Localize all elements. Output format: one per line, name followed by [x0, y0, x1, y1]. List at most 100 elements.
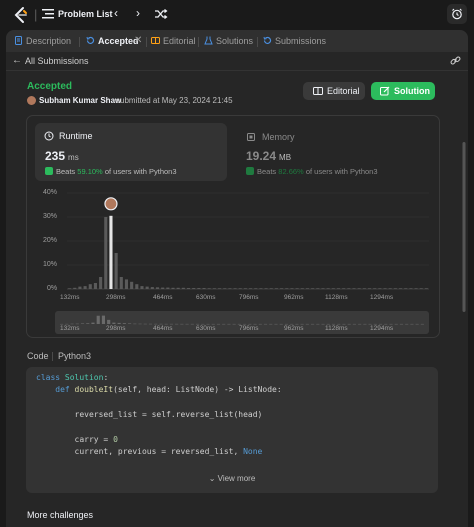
- scrollbar[interactable]: [462, 142, 466, 312]
- tab-solutions[interactable]: Solutions: [204, 36, 253, 46]
- bar[interactable]: [378, 288, 382, 289]
- bar[interactable]: [186, 288, 191, 289]
- bar[interactable]: [181, 287, 185, 289]
- bar[interactable]: [88, 284, 92, 289]
- bar[interactable]: [311, 288, 315, 289]
- tab-editorial[interactable]: Editorial: [151, 36, 196, 46]
- tab-accepted[interactable]: Accepted: [86, 36, 139, 46]
- bar[interactable]: [285, 288, 289, 289]
- bar[interactable]: [212, 288, 216, 289]
- tab-submissions[interactable]: Submissions: [263, 36, 326, 46]
- bar[interactable]: [243, 288, 247, 289]
- bar[interactable]: [68, 288, 72, 289]
- close-tab-icon[interactable]: ✕: [134, 35, 142, 46]
- bar[interactable]: [233, 288, 237, 289]
- bar[interactable]: [316, 288, 320, 289]
- bar[interactable]: [104, 217, 108, 289]
- all-submissions-link[interactable]: All Submissions: [25, 56, 89, 66]
- bar[interactable]: [264, 288, 268, 289]
- previous-problem-button[interactable]: ‹: [114, 6, 118, 20]
- bar[interactable]: [93, 283, 97, 289]
- range-selector[interactable]: 132ms 298ms 464ms 630ms 796ms 962ms 1128…: [55, 311, 429, 334]
- bar[interactable]: [73, 287, 77, 289]
- bar[interactable]: [140, 286, 144, 289]
- book-icon: [313, 87, 323, 95]
- runtime-distribution-chart[interactable]: [27, 116, 439, 337]
- bar[interactable]: [388, 288, 392, 289]
- bar[interactable]: [197, 288, 201, 289]
- bar[interactable]: [404, 288, 408, 289]
- timer-button[interactable]: [447, 4, 467, 24]
- bar[interactable]: [331, 288, 335, 289]
- bar[interactable]: [280, 288, 284, 289]
- avatar[interactable]: [27, 96, 36, 105]
- range-bar: [258, 323, 262, 325]
- bar[interactable]: [409, 288, 413, 289]
- bar[interactable]: [238, 288, 242, 289]
- bar[interactable]: [166, 287, 170, 289]
- bar[interactable]: [254, 288, 258, 289]
- bar[interactable]: [145, 286, 149, 289]
- bar[interactable]: [290, 288, 294, 289]
- tab-description[interactable]: Description: [14, 36, 71, 46]
- bar[interactable]: [207, 288, 211, 289]
- range-tick-label: 962ms: [284, 325, 304, 332]
- bar[interactable]: [171, 287, 175, 289]
- view-more-button[interactable]: ⌄ View more: [26, 474, 438, 483]
- problem-list-link[interactable]: Problem List: [58, 9, 113, 19]
- bar[interactable]: [202, 288, 206, 289]
- bar[interactable]: [373, 288, 377, 289]
- bar[interactable]: [347, 288, 351, 289]
- user-marker-avatar[interactable]: [104, 197, 118, 211]
- bar[interactable]: [362, 288, 366, 289]
- editorial-button[interactable]: Editorial: [303, 82, 365, 100]
- bar[interactable]: [223, 288, 227, 289]
- bar[interactable]: [99, 277, 103, 289]
- bar[interactable]: [399, 288, 403, 289]
- bar[interactable]: [135, 284, 139, 289]
- bar[interactable]: [424, 288, 428, 289]
- bar[interactable]: [176, 287, 180, 289]
- bar[interactable]: [259, 288, 263, 289]
- leetcode-logo-icon[interactable]: [12, 6, 30, 24]
- x-tick-label: 464ms: [153, 294, 173, 301]
- bar[interactable]: [155, 287, 160, 289]
- code-block[interactable]: class Solution: def doubleIt(self, head:…: [26, 367, 438, 493]
- bar[interactable]: [114, 253, 118, 289]
- bar[interactable]: [150, 287, 154, 289]
- bar[interactable]: [383, 288, 387, 289]
- bar[interactable]: [192, 288, 196, 289]
- bar[interactable]: [393, 288, 397, 289]
- bar[interactable]: [326, 288, 330, 289]
- bar[interactable]: [124, 279, 129, 289]
- solution-button[interactable]: Solution: [371, 82, 435, 100]
- author-name[interactable]: Subham Kumar Shaw: [39, 96, 121, 105]
- bar[interactable]: [300, 288, 304, 289]
- bar[interactable]: [130, 281, 134, 289]
- bar[interactable]: [78, 286, 82, 289]
- bar-highlight[interactable]: [109, 215, 113, 289]
- next-problem-button[interactable]: ›: [136, 6, 140, 20]
- bar[interactable]: [295, 288, 299, 289]
- list-icon[interactable]: [42, 8, 54, 20]
- bar[interactable]: [83, 286, 87, 289]
- bar[interactable]: [269, 288, 273, 289]
- bar[interactable]: [352, 288, 356, 289]
- bar[interactable]: [305, 288, 310, 289]
- bar[interactable]: [367, 288, 372, 289]
- bar[interactable]: [119, 277, 123, 289]
- bar[interactable]: [218, 288, 222, 289]
- bar[interactable]: [414, 288, 418, 289]
- link-icon[interactable]: [450, 55, 461, 66]
- back-arrow-icon[interactable]: ←: [12, 55, 22, 66]
- bar[interactable]: [249, 288, 253, 289]
- bar[interactable]: [342, 288, 346, 289]
- bar[interactable]: [336, 288, 341, 289]
- bar[interactable]: [419, 288, 423, 289]
- bar[interactable]: [357, 288, 361, 289]
- bar[interactable]: [228, 288, 232, 289]
- bar[interactable]: [321, 288, 325, 289]
- bar[interactable]: [274, 288, 278, 289]
- shuffle-icon[interactable]: [154, 8, 168, 20]
- bar[interactable]: [161, 287, 165, 289]
